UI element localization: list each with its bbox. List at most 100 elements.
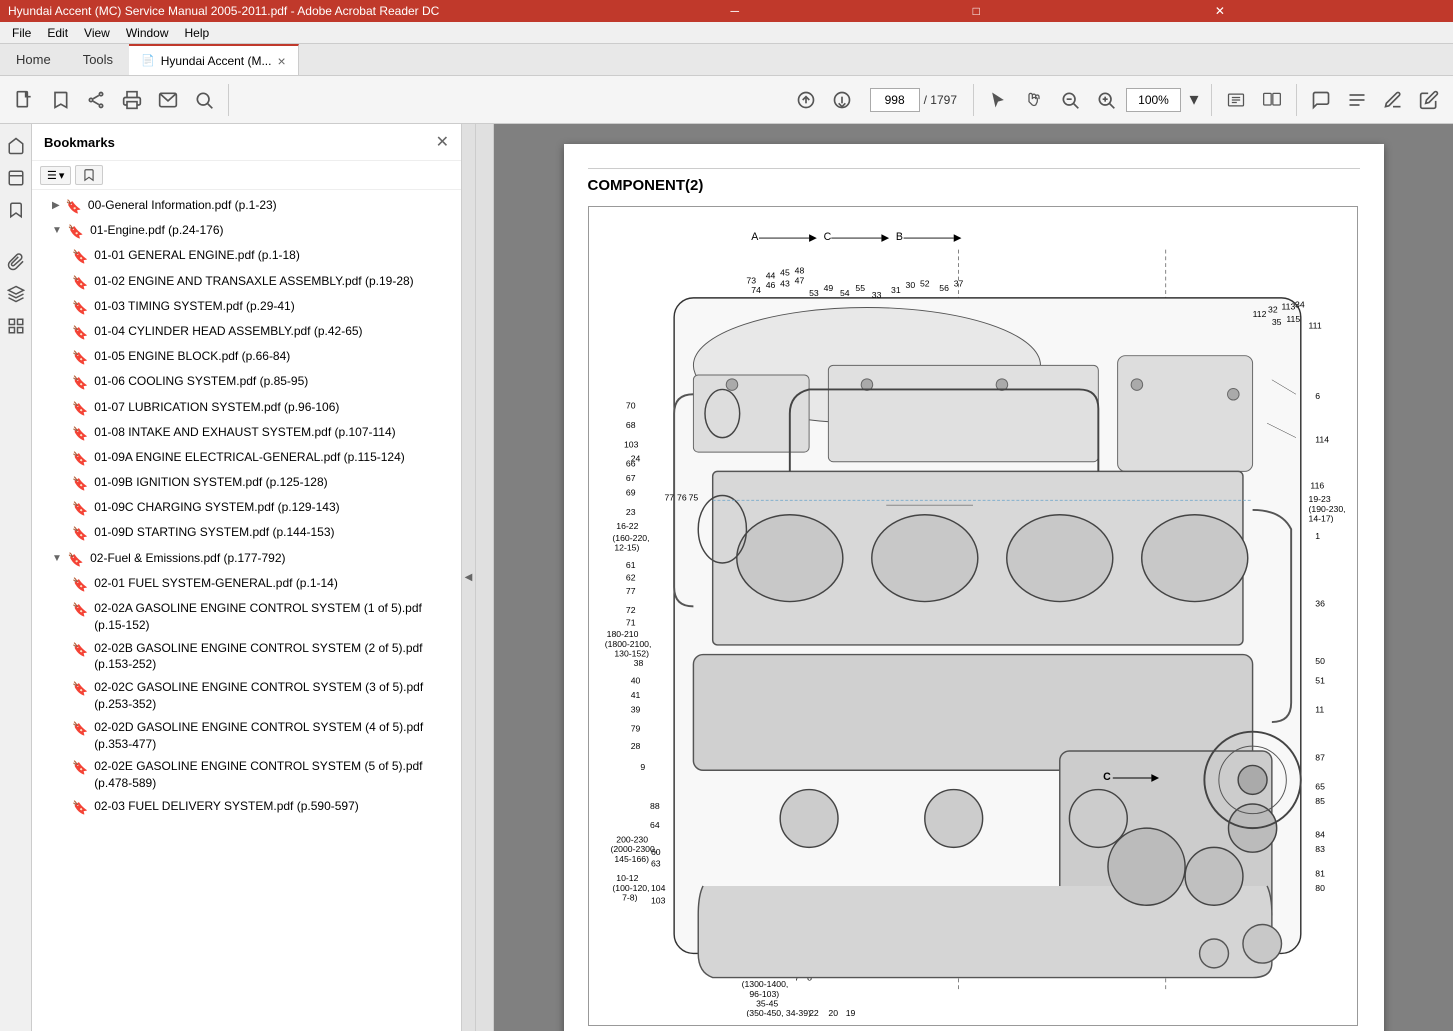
menu-window[interactable]: Window — [118, 24, 177, 42]
svg-text:49: 49 — [823, 283, 833, 293]
bookmark-item[interactable]: 🔖 01-03 TIMING SYSTEM.pdf (p.29-41) — [32, 295, 461, 320]
document-tab[interactable]: 📄 Hyundai Accent (M... × — [129, 44, 299, 75]
bookmark-button[interactable] — [44, 84, 76, 116]
bookmark-text: 01-09C CHARGING SYSTEM.pdf (p.129-143) — [94, 499, 453, 516]
toolbar-separator-3 — [1211, 84, 1212, 116]
minimize-button[interactable]: ─ — [727, 4, 961, 18]
bookmark-item[interactable]: 🔖 01-08 INTAKE AND EXHAUST SYSTEM.pdf (p… — [32, 421, 461, 446]
bookmark-doc-icon: 🔖 — [68, 551, 84, 569]
bookmark-item[interactable]: 🔖 01-05 ENGINE BLOCK.pdf (p.66-84) — [32, 345, 461, 370]
bookmarks-scrollbar[interactable] — [476, 124, 494, 1031]
comment-button[interactable] — [1305, 84, 1337, 116]
svg-text:28: 28 — [630, 741, 640, 751]
zoom-control: ▾ — [1126, 84, 1203, 116]
bookmark-item[interactable]: 🔖 02-02D GASOLINE ENGINE CONTROL SYSTEM … — [32, 716, 461, 756]
bookmark-item[interactable]: 🔖 01-09C CHARGING SYSTEM.pdf (p.129-143) — [32, 496, 461, 521]
left-icon-tools[interactable] — [2, 312, 30, 340]
zoom-dropdown-button[interactable]: ▾ — [1185, 84, 1203, 116]
bookmark-item[interactable]: 🔖 02-01 FUEL SYSTEM-GENERAL.pdf (p.1-14) — [32, 572, 461, 597]
fit-page-button[interactable] — [1220, 84, 1252, 116]
svg-text:44: 44 — [765, 271, 775, 281]
bookmark-text: 02-02B GASOLINE ENGINE CONTROL SYSTEM (2… — [94, 640, 453, 674]
bookmark-item[interactable]: 🔖 01-04 CYLINDER HEAD ASSEMBLY.pdf (p.42… — [32, 320, 461, 345]
search-button[interactable] — [188, 84, 220, 116]
svg-text:80: 80 — [1315, 883, 1325, 893]
print-button[interactable] — [116, 84, 148, 116]
menu-bar: File Edit View Window Help — [0, 22, 1453, 44]
svg-text:71: 71 — [625, 618, 635, 628]
bookmark-item[interactable]: 🔖 02-02A GASOLINE ENGINE CONTROL SYSTEM … — [32, 597, 461, 637]
toolbar-separator-4 — [1296, 84, 1297, 116]
menu-edit[interactable]: Edit — [39, 24, 76, 42]
bookmarks-view-dropdown[interactable]: ☰▾ — [40, 166, 71, 185]
bookmark-item[interactable]: 🔖 01-07 LUBRICATION SYSTEM.pdf (p.96-106… — [32, 396, 461, 421]
svg-text:32: 32 — [1268, 304, 1278, 314]
svg-text:39: 39 — [630, 704, 640, 714]
bookmark-item[interactable]: 🔖 02-02B GASOLINE ENGINE CONTROL SYSTEM … — [32, 637, 461, 677]
fill-sign-button[interactable] — [1413, 84, 1445, 116]
bookmark-expand-icon: ▼ — [52, 224, 62, 238]
svg-text:35-45: 35-45 — [756, 998, 778, 1008]
markup-button[interactable] — [1341, 84, 1373, 116]
svg-text:45: 45 — [780, 268, 790, 278]
bookmark-item[interactable]: ▶ 🔖 00-General Information.pdf (p.1-23) — [32, 194, 461, 219]
zoom-input[interactable] — [1126, 88, 1181, 112]
page-number-input[interactable]: 998 — [870, 88, 920, 112]
multi-page-button[interactable] — [1256, 84, 1288, 116]
svg-text:33: 33 — [871, 290, 881, 300]
highlight-button[interactable] — [1377, 84, 1409, 116]
bookmarks-close-button[interactable]: ✕ — [436, 132, 449, 152]
svg-text:51: 51 — [1315, 675, 1325, 685]
diagram-container: A C B — [588, 206, 1358, 1026]
page-down-button[interactable] — [826, 84, 858, 116]
close-window-button[interactable]: ✕ — [1211, 4, 1445, 18]
svg-text:(100-120,: (100-120, — [612, 883, 649, 893]
menu-view[interactable]: View — [76, 24, 118, 42]
tools-tab[interactable]: Tools — [67, 44, 129, 75]
left-icon-bookmark[interactable] — [2, 196, 30, 224]
bookmark-item[interactable]: 🔖 02-02C GASOLINE ENGINE CONTROL SYSTEM … — [32, 676, 461, 716]
page-nav: 998 / 1797 — [870, 88, 957, 112]
bookmark-item[interactable]: 🔖 01-09A ENGINE ELECTRICAL-GENERAL.pdf (… — [32, 446, 461, 471]
svg-text:14-17): 14-17) — [1308, 514, 1333, 524]
home-tab[interactable]: Home — [0, 44, 67, 75]
bookmark-item[interactable]: 🔖 01-06 COOLING SYSTEM.pdf (p.85-95) — [32, 370, 461, 395]
email-button[interactable] — [152, 84, 184, 116]
bookmark-item[interactable]: 🔖 02-02E GASOLINE ENGINE CONTROL SYSTEM … — [32, 755, 461, 795]
tab-close-button[interactable]: × — [277, 53, 285, 69]
share-button[interactable] — [80, 84, 112, 116]
maximize-button[interactable]: □ — [969, 4, 1203, 18]
left-icon-home[interactable] — [2, 132, 30, 160]
bookmark-item[interactable]: 🔖 01-02 ENGINE AND TRANSAXLE ASSEMBLY.pd… — [32, 270, 461, 295]
bookmark-item[interactable]: ▼ 🔖 01-Engine.pdf (p.24-176) — [32, 219, 461, 244]
hand-tool-button[interactable] — [1018, 84, 1050, 116]
svg-text:C: C — [1103, 771, 1111, 783]
bookmark-item[interactable]: ▼ 🔖 02-Fuel & Emissions.pdf (p.177-792) — [32, 547, 461, 572]
select-tool-button[interactable] — [982, 84, 1014, 116]
svg-text:68: 68 — [625, 420, 635, 430]
menu-file[interactable]: File — [4, 24, 39, 42]
bookmark-doc-icon: 🔖 — [72, 299, 88, 317]
zoom-out-button[interactable] — [1054, 84, 1086, 116]
zoom-in-button[interactable] — [1090, 84, 1122, 116]
bookmark-item[interactable]: 🔖 01-09B IGNITION SYSTEM.pdf (p.125-128) — [32, 471, 461, 496]
left-icon-layers2[interactable] — [2, 280, 30, 308]
bookmark-text: 01-09D STARTING SYSTEM.pdf (p.144-153) — [94, 524, 453, 541]
left-icon-attachment[interactable] — [2, 248, 30, 276]
bookmark-item[interactable]: 🔖 01-09D STARTING SYSTEM.pdf (p.144-153) — [32, 521, 461, 546]
bookmarks-expand-button[interactable] — [75, 165, 103, 185]
panel-collapse-handle[interactable]: ◀ — [462, 124, 476, 1031]
bookmark-doc-icon: 🔖 — [72, 324, 88, 342]
menu-help[interactable]: Help — [177, 24, 218, 42]
left-icon-layers[interactable] — [2, 164, 30, 192]
svg-text:180-210: 180-210 — [606, 629, 638, 639]
page-total: / 1797 — [924, 93, 957, 107]
new-file-button[interactable] — [8, 84, 40, 116]
bookmark-item[interactable]: 🔖 01-01 GENERAL ENGINE.pdf (p.1-18) — [32, 244, 461, 269]
bookmark-text: 01-06 COOLING SYSTEM.pdf (p.85-95) — [94, 373, 453, 390]
svg-text:30: 30 — [905, 280, 915, 290]
bookmark-item[interactable]: 🔖 02-03 FUEL DELIVERY SYSTEM.pdf (p.590-… — [32, 795, 461, 820]
page-up-button[interactable] — [790, 84, 822, 116]
bookmark-doc-icon: 🔖 — [72, 525, 88, 543]
svg-text:35: 35 — [1271, 317, 1281, 327]
